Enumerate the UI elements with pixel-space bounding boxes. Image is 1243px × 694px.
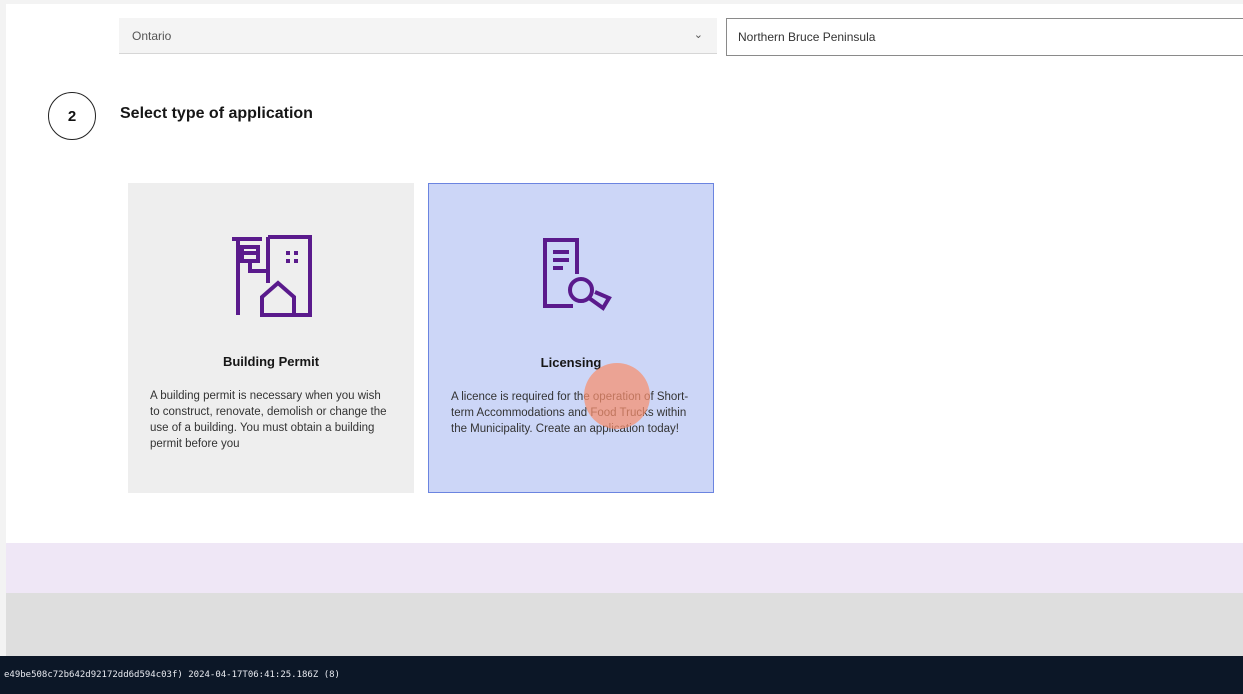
municipality-value: Northern Bruce Peninsula	[738, 30, 876, 44]
licensing-title: Licensing	[540, 355, 602, 370]
footer-band	[6, 543, 1243, 593]
application-panel: Ontario ⌄ Northern Bruce Peninsula 2 Sel…	[0, 0, 1243, 543]
licensing-card[interactable]: Licensing A licence is required for the …	[428, 183, 714, 493]
step-number-badge: 2	[48, 92, 96, 140]
building-permit-card[interactable]: Building Permit A building permit is nec…	[128, 183, 414, 493]
footer-grey-band	[6, 593, 1243, 656]
municipality-select[interactable]: Northern Bruce Peninsula	[726, 18, 1243, 56]
license-certificate-icon	[543, 238, 612, 311]
province-select[interactable]: Ontario ⌄	[119, 18, 717, 54]
step-title: Select type of application	[120, 105, 313, 122]
status-bar-text: e49be508c72b642d92172dd6d594c03f) 2024-0…	[4, 670, 340, 680]
licensing-description: A licence is required for the operation …	[451, 391, 689, 435]
left-edge	[0, 0, 6, 543]
status-bar: e49be508c72b642d92172dd6d594c03f) 2024-0…	[0, 656, 1243, 694]
building-permit-description: A building permit is necessary when you …	[150, 390, 387, 450]
building-permit-title: Building Permit	[222, 354, 320, 369]
province-value: Ontario	[132, 28, 172, 43]
chevron-down-icon: ⌄	[693, 29, 703, 41]
building-permit-icon	[232, 235, 312, 317]
top-edge	[0, 0, 1243, 4]
